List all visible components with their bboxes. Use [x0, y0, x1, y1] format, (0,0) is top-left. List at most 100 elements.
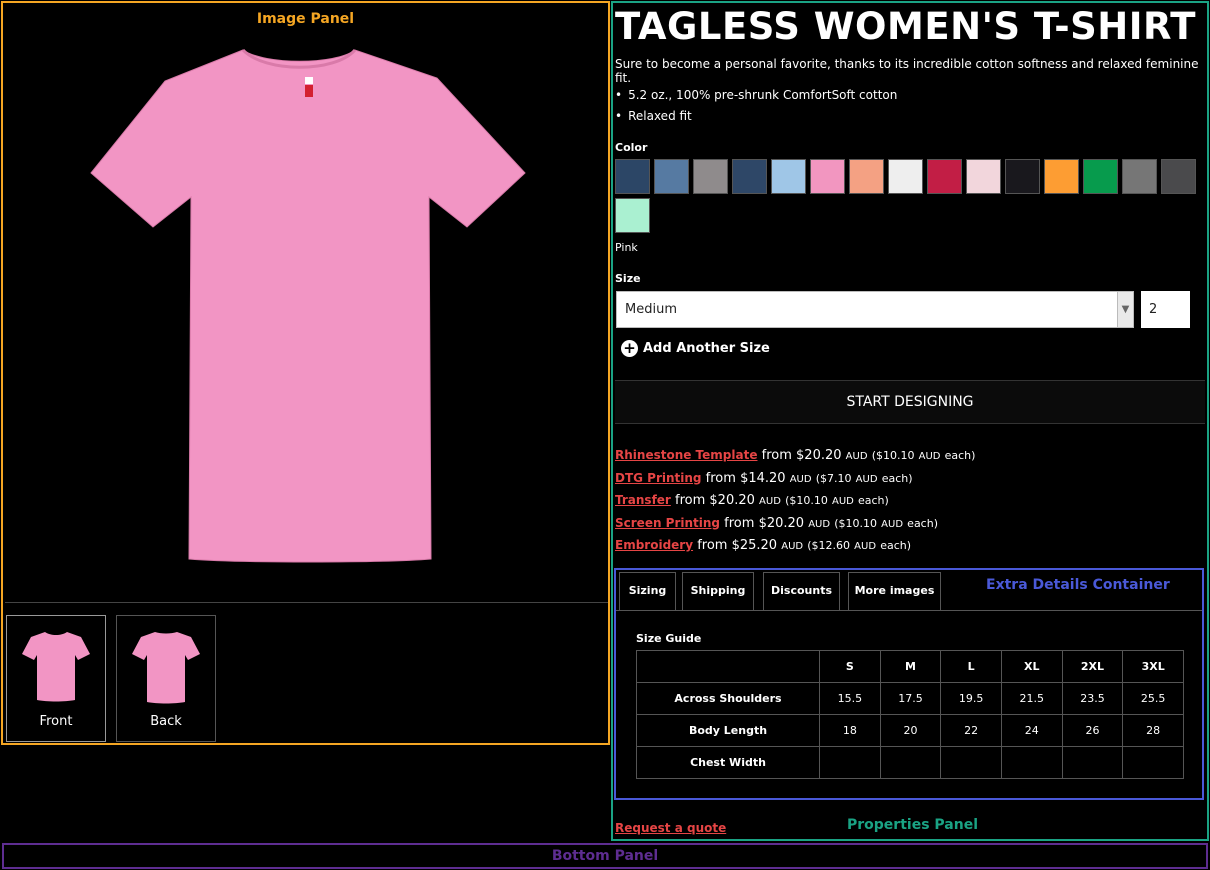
table-cell: 24 — [1000, 714, 1063, 747]
table-header: S — [819, 650, 881, 683]
tab-more-images[interactable]: More images — [848, 572, 941, 610]
table-cell: 15.5 — [819, 682, 881, 715]
feature-bullet: 5.2 oz., 100% pre-shrunk ComfortSoft cot… — [615, 88, 897, 102]
thumbnail-label: Front — [39, 714, 73, 729]
request-quote-link[interactable]: Request a quote — [615, 821, 726, 835]
price-each-currency: AUD — [855, 473, 878, 485]
table-cell — [1000, 746, 1063, 779]
color-swatch[interactable] — [1161, 159, 1196, 194]
price-each: ($7.10 — [815, 471, 852, 485]
table-cell — [1122, 746, 1184, 779]
tab-sizing[interactable]: Sizing — [619, 572, 676, 610]
table-header: 2XL — [1061, 650, 1124, 683]
price-from: from — [705, 470, 736, 486]
price-row: DTG Printing from $14.20 AUD ($7.10 AUD … — [615, 471, 913, 486]
tab-shipping[interactable]: Shipping — [682, 572, 754, 610]
price-each-currency: AUD — [854, 541, 877, 552]
color-swatch[interactable] — [771, 159, 806, 194]
price-from: from — [697, 538, 728, 553]
price-value: $20.20 — [758, 515, 805, 531]
tab-discounts[interactable]: Discounts — [763, 572, 840, 610]
price-currency: AUD — [845, 451, 868, 462]
price-value: $20.20 — [709, 493, 755, 508]
chevron-down-icon[interactable]: ▼ — [1117, 292, 1133, 327]
print-method-link[interactable]: Transfer — [615, 493, 671, 507]
size-label: Size — [615, 272, 641, 285]
table-cell: 25.5 — [1122, 682, 1184, 715]
thumbnail-label: Back — [150, 714, 182, 729]
price-each: ($12.60 — [807, 539, 851, 552]
price-row: Embroidery from $25.20 AUD ($12.60 AUD e… — [615, 538, 911, 553]
price-row: Screen Printing from $20.20 AUD ($10.10 … — [615, 516, 938, 531]
start-designing-button[interactable]: START DESIGNING — [615, 380, 1205, 424]
table-cell: 19.5 — [940, 682, 1002, 715]
feature-bullet: Relaxed fit — [615, 109, 692, 123]
properties-panel: TAGLESS WOMEN'S T-SHIRT Sure to become a… — [611, 1, 1209, 841]
price-each-suffix: each) — [880, 539, 912, 552]
price-each-suffix: each) — [858, 494, 889, 507]
color-swatch[interactable] — [615, 198, 650, 233]
thumbnail-back[interactable]: Back — [116, 615, 216, 742]
table-header: 3XL — [1122, 650, 1184, 683]
price-each-suffix: each) — [907, 516, 938, 530]
price-row: Rhinestone Template from $20.20 AUD ($10… — [615, 448, 975, 463]
product-title: TAGLESS WOMEN'S T-SHIRT — [615, 5, 1197, 48]
price-value: $14.20 — [740, 470, 786, 486]
table-row: Body Length 18 20 22 24 26 28 — [636, 714, 1184, 747]
table-cell — [1061, 746, 1124, 779]
price-each-suffix: each) — [881, 471, 913, 485]
print-method-link[interactable]: DTG Printing — [615, 471, 702, 485]
table-cell: 21.5 — [1000, 682, 1063, 715]
tshirt-back-thumb — [132, 632, 200, 704]
print-method-link[interactable]: Embroidery — [615, 538, 693, 552]
thumbnail-front[interactable]: Front — [6, 615, 106, 742]
color-swatch[interactable] — [615, 159, 650, 194]
color-swatch[interactable] — [693, 159, 728, 194]
price-each: ($10.10 — [834, 516, 878, 530]
price-currency: AUD — [808, 518, 831, 530]
color-swatch[interactable] — [888, 159, 923, 194]
color-label: Color — [615, 141, 648, 154]
color-swatch[interactable] — [654, 159, 689, 194]
price-each: ($10.10 — [871, 449, 915, 462]
row-label: Across Shoulders — [636, 682, 820, 715]
color-swatch[interactable] — [1122, 159, 1157, 194]
extra-details-container: Sizing Shipping Discounts More images Ex… — [614, 568, 1204, 800]
main-product-image — [5, 3, 608, 603]
color-swatch[interactable] — [1044, 159, 1079, 194]
image-panel-label: Image Panel — [256, 11, 355, 27]
color-swatch[interactable] — [1005, 159, 1040, 194]
color-swatch[interactable] — [966, 159, 1001, 194]
price-each-currency: AUD — [831, 496, 854, 507]
price-each: ($10.10 — [785, 494, 828, 507]
price-each-currency: AUD — [918, 451, 941, 462]
table-row: Across Shoulders 15.5 17.5 19.5 21.5 23.… — [636, 682, 1184, 715]
print-method-link[interactable]: Rhinestone Template — [615, 448, 757, 462]
row-label: Chest Width — [636, 746, 820, 779]
table-header: L — [940, 650, 1002, 683]
table-header: XL — [1000, 650, 1063, 683]
color-swatch[interactable] — [810, 159, 845, 194]
color-swatch[interactable] — [1083, 159, 1118, 194]
product-description: Sure to become a personal favorite, than… — [615, 57, 1199, 85]
print-method-link[interactable]: Screen Printing — [615, 516, 720, 530]
table-row: Chest Width — [636, 746, 1184, 779]
table-cell: 26 — [1061, 714, 1124, 747]
size-guide-table: S M L XL 2XL 3XL Across Shoulders 15.5 1… — [636, 650, 1184, 779]
selected-color-name: Pink — [615, 241, 638, 254]
add-size-label: Add Another Size — [643, 341, 770, 356]
add-another-size-button[interactable]: + Add Another Size — [621, 340, 770, 357]
image-panel: Front Back Image Panel — [1, 1, 610, 745]
row-label: Body Length — [636, 714, 820, 747]
table-cell: 22 — [940, 714, 1002, 747]
color-swatch[interactable] — [732, 159, 767, 194]
price-from: from — [724, 515, 755, 531]
color-swatch[interactable] — [927, 159, 962, 194]
color-swatch[interactable] — [849, 159, 884, 194]
quantity-input[interactable]: 2 — [1141, 291, 1190, 328]
size-guide-title: Size Guide — [636, 632, 702, 645]
table-header: M — [879, 650, 942, 683]
size-select[interactable]: Medium ▼ — [616, 291, 1134, 328]
table-cell: 20 — [879, 714, 942, 747]
table-cell — [819, 746, 881, 779]
